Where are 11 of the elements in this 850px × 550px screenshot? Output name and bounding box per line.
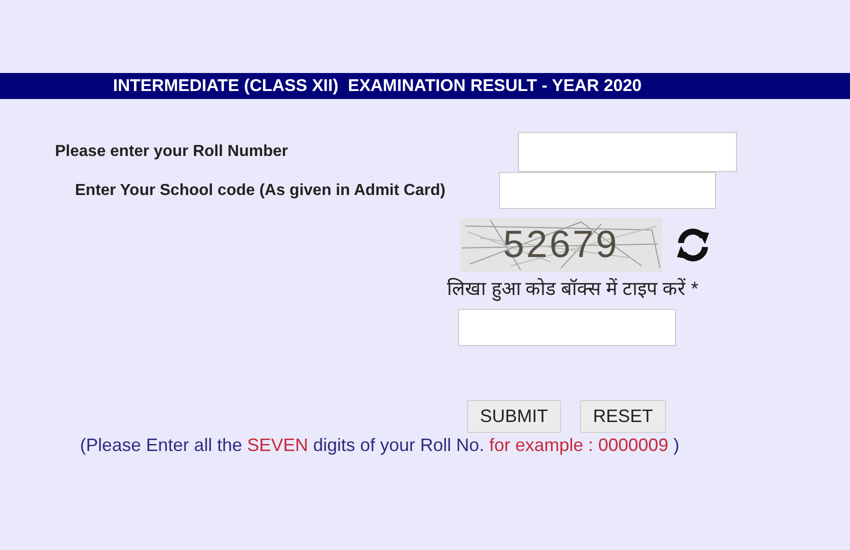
- captcha-field[interactable]: [458, 309, 676, 346]
- submit-button[interactable]: SUBMIT: [467, 400, 562, 433]
- captcha-label: लिखा हुआ कोड बॉक्स में टाइप करें *: [447, 277, 700, 301]
- hint-text: (Please Enter all the SEVEN digits of your Roll No. for example : 0000009 ): [80, 435, 680, 456]
- reset-button[interactable]: RESET: [580, 400, 666, 433]
- captcha-code: 52679: [503, 224, 619, 266]
- school-code-field[interactable]: [499, 172, 716, 209]
- page-title: INTERMEDIATE (CLASS XII) EXAMINATION RESULT - YEAR 2020: [113, 76, 642, 96]
- field-label: Enter Your School code (As given in Admit Card): [75, 182, 446, 200]
- roll-number-field[interactable]: [518, 132, 737, 172]
- field-label: Please enter your Roll Number: [55, 143, 288, 161]
